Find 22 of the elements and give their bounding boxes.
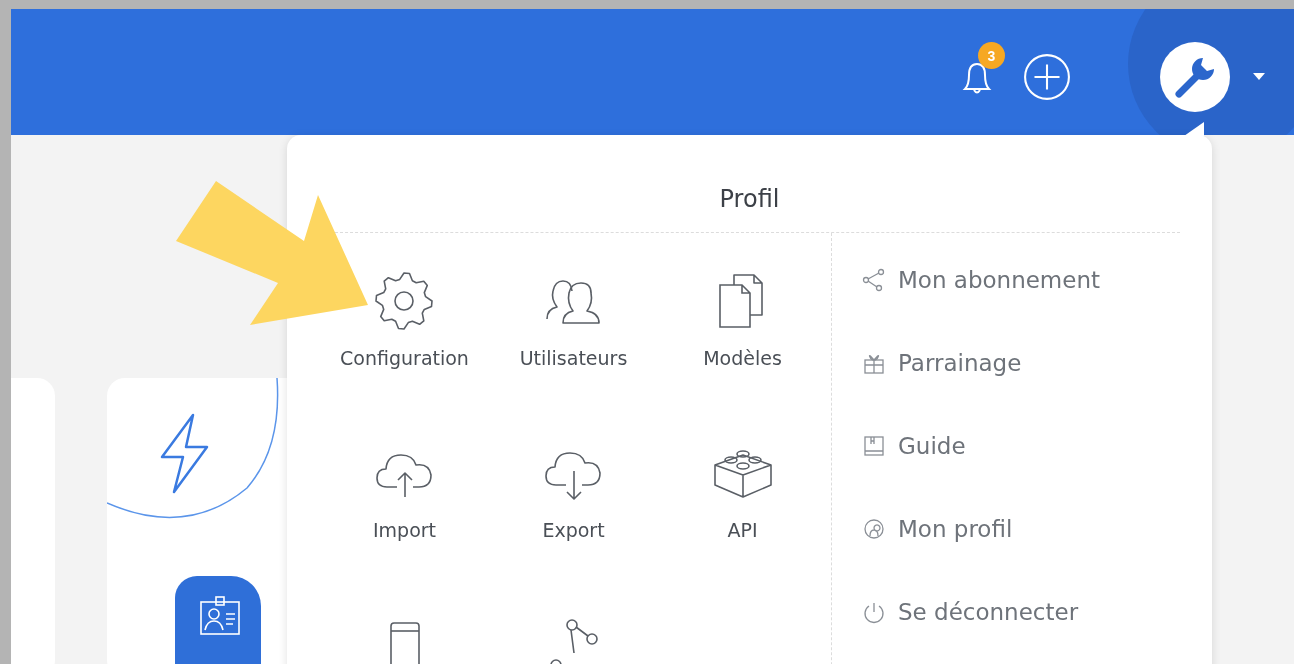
menu-item[interactable]: Configuration — [340, 269, 469, 369]
menu-item[interactable]: Modèles — [703, 269, 782, 369]
menu-item[interactable]: API — [710, 441, 775, 541]
profile-menu-button[interactable] — [1159, 41, 1265, 113]
menu-link[interactable]: Se déconnecter — [862, 593, 1101, 630]
menu-item[interactable]: Export — [541, 441, 606, 541]
caret-icon — [1253, 73, 1265, 81]
add-icon — [1023, 53, 1071, 101]
menu-link[interactable]: Mon profil — [862, 510, 1101, 547]
lightning-icon — [159, 412, 211, 496]
book-icon — [862, 433, 886, 458]
notification-count: 3 — [978, 42, 1005, 69]
menu-item[interactable]: Utilisateurs — [519, 269, 628, 369]
share-icon — [862, 267, 886, 292]
menu-link[interactable]: Mon abonnement — [862, 261, 1101, 298]
add-button[interactable] — [1023, 53, 1071, 101]
menu-item[interactable]: Import — [372, 441, 437, 541]
profile-icon — [862, 516, 886, 541]
wrench-icon — [1159, 41, 1231, 113]
menu-link[interactable]: Parrainage — [862, 344, 1101, 381]
dropdown-title: Profil — [718, 184, 781, 215]
menu-link[interactable]: Guide — [862, 427, 1101, 464]
